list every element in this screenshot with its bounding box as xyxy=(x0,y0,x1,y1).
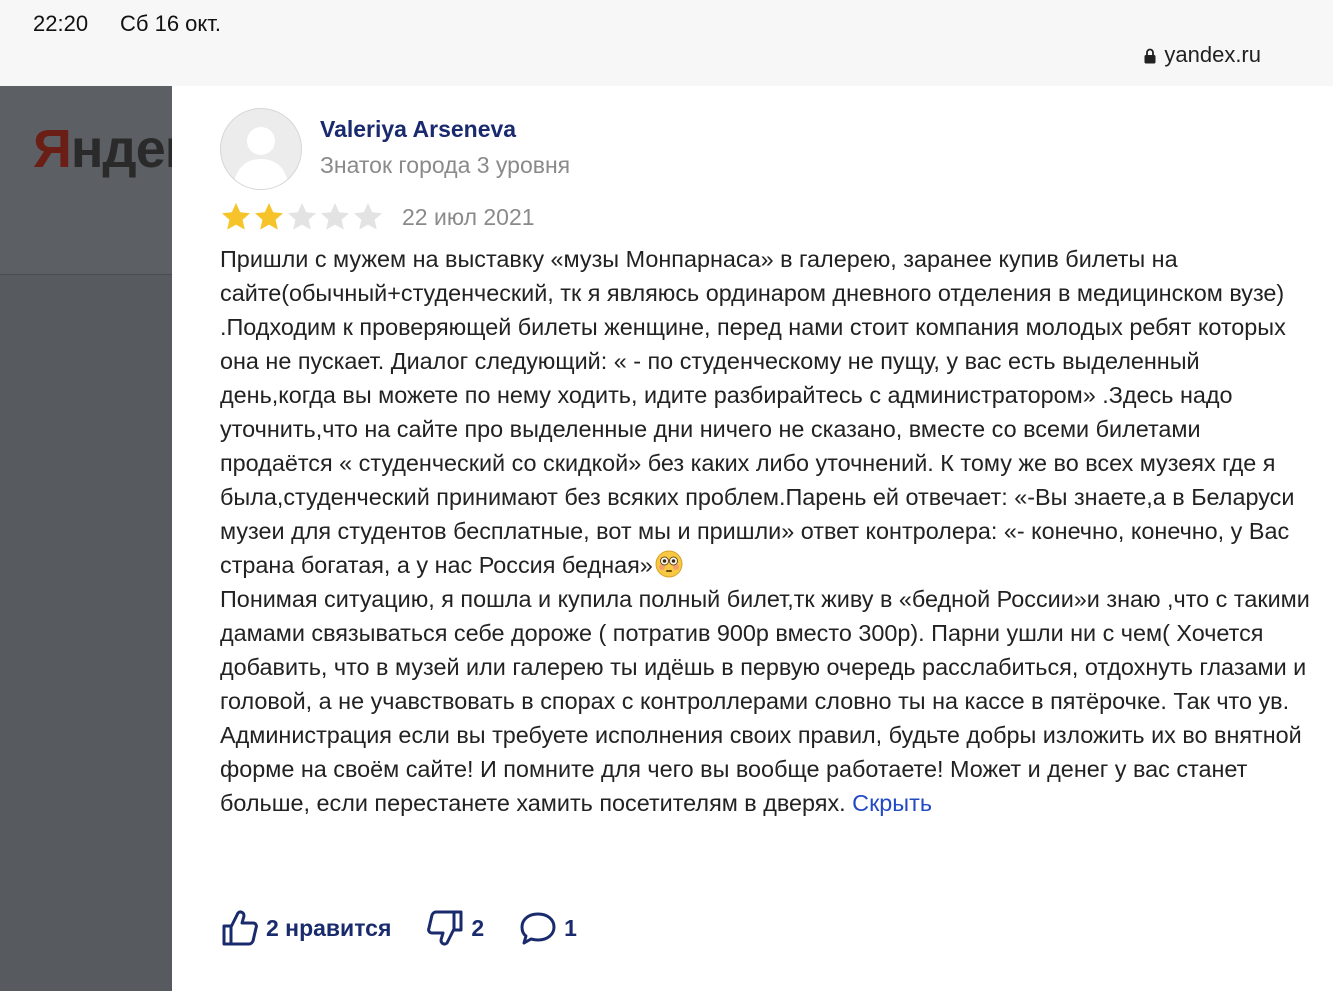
avatar-silhouette-icon xyxy=(233,127,289,189)
background-header xyxy=(0,86,172,275)
lock-icon xyxy=(1144,48,1156,64)
thumbs-down-icon xyxy=(427,910,463,946)
author-level: Знаток города 3 уровня xyxy=(320,152,571,178)
author-name[interactable]: Valeriya Arseneva xyxy=(320,116,516,143)
likes-label: 2 нравится xyxy=(266,914,392,941)
status-time: 22:20 xyxy=(33,11,89,36)
flushed-face-emoji xyxy=(655,550,683,578)
review-paragraph: Понимая ситуацию, я пошла и купила полны… xyxy=(220,586,1310,816)
review-paragraph: Пришли с мужем на выставку «музы Монпарн… xyxy=(220,246,1295,578)
hide-link[interactable]: Скрыть xyxy=(852,790,932,816)
comment-button[interactable]: 1 xyxy=(518,908,577,948)
dislikes-count: 2 xyxy=(471,914,485,941)
comment-bubble-icon xyxy=(520,912,556,945)
url-text: yandex.ru xyxy=(1164,42,1261,67)
review-actions: 2 нравится 2 1 xyxy=(220,908,611,948)
dislike-button[interactable]: 2 xyxy=(425,908,484,948)
star-icon xyxy=(255,203,283,230)
comments-count: 1 xyxy=(564,914,577,941)
thumbs-up-icon xyxy=(222,910,258,946)
rating-stars xyxy=(220,201,384,233)
like-button[interactable]: 2 нравится xyxy=(220,908,391,948)
review-card: Valeriya Arseneva Знаток города 3 уровня… xyxy=(172,86,1333,991)
review-text: Пришли с мужем на выставку «музы Монпарн… xyxy=(220,242,1310,820)
status-date: Сб 16 окт. xyxy=(120,11,222,36)
review-date: 22 июл 2021 xyxy=(402,204,535,230)
star-icon xyxy=(222,203,250,230)
star-icon xyxy=(288,203,316,230)
avatar[interactable] xyxy=(220,108,302,190)
address-bar[interactable]: yandex.ru xyxy=(1144,42,1261,68)
star-icon xyxy=(354,203,382,230)
yandex-logo: Яндек xyxy=(33,119,192,179)
status-bar: 22:20 Сб 16 окт. yandex.ru xyxy=(0,0,1333,87)
star-icon xyxy=(321,203,349,230)
